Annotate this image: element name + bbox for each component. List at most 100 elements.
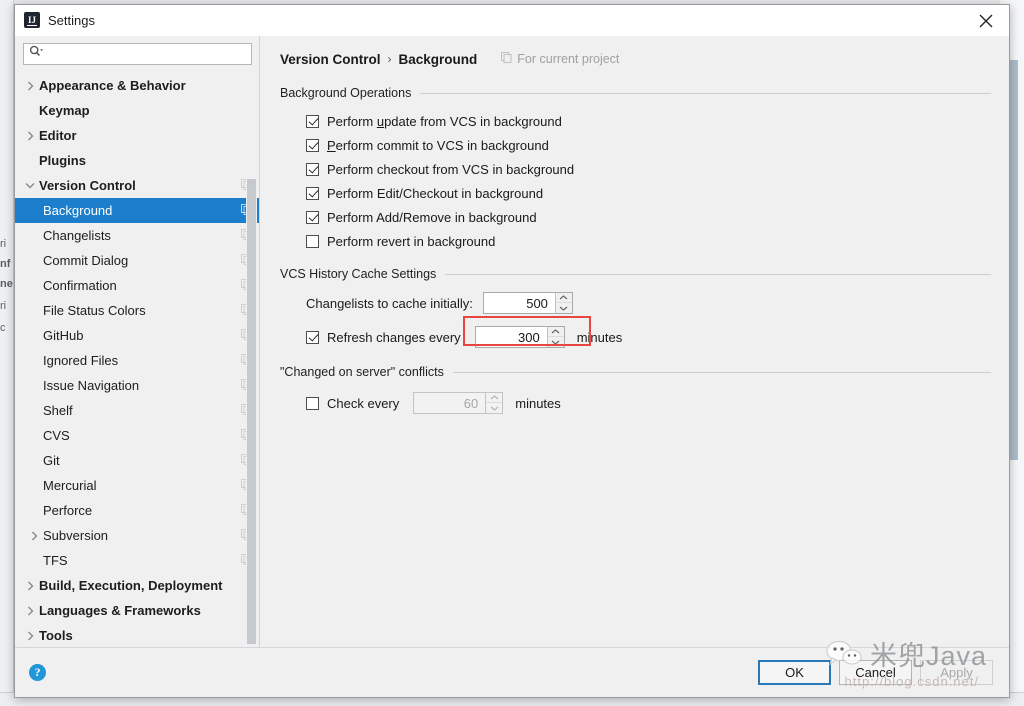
help-icon[interactable]: ? — [29, 664, 46, 681]
background-operation-row[interactable]: Perform update from VCS in background — [306, 109, 991, 133]
ide-scrollbar[interactable] — [1009, 60, 1018, 460]
cancel-button[interactable]: Cancel — [839, 660, 912, 685]
sidebar-item-label: Appearance & Behavior — [39, 78, 186, 93]
background-operation-row[interactable]: Perform Add/Remove in background — [306, 205, 991, 229]
sidebar-item-build-execution-deployment[interactable]: Build, Execution, Deployment — [15, 573, 260, 598]
sidebar-scrollbar[interactable] — [246, 71, 257, 647]
settings-dialog: Settings — [14, 4, 1010, 698]
check-every-stepper[interactable]: 60 — [413, 392, 504, 414]
sidebar-item-subversion[interactable]: Subversion — [15, 523, 260, 548]
sidebar-item-shelf[interactable]: Shelf — [15, 398, 260, 423]
changelists-to-cache-stepper[interactable]: 500 — [482, 292, 573, 314]
sidebar-item-mercurial[interactable]: Mercurial — [15, 473, 260, 498]
background-operations-section: Background Operations Perform update fro… — [280, 86, 991, 253]
sidebar-item-issue-navigation[interactable]: Issue Navigation — [15, 373, 260, 398]
sidebar-item-label: Shelf — [43, 403, 73, 418]
sidebar-item-commit-dialog[interactable]: Commit Dialog — [15, 248, 260, 273]
sidebar-item-perforce[interactable]: Perforce — [15, 498, 260, 523]
stepper-buttons[interactable] — [485, 393, 503, 413]
sidebar-item-tfs[interactable]: TFS — [15, 548, 260, 573]
stepper-down-icon[interactable] — [556, 303, 572, 313]
chevron-down-icon — [21, 182, 39, 189]
section-title: Background Operations — [280, 86, 412, 100]
sidebar-item-keymap[interactable]: Keymap — [15, 98, 260, 123]
background-operation-checkbox[interactable] — [306, 138, 319, 152]
sidebar-item-label: Plugins — [39, 153, 86, 168]
sidebar-item-label: Git — [43, 453, 60, 468]
sidebar-item-label: Languages & Frameworks — [39, 603, 201, 618]
breadcrumb-parent[interactable]: Version Control — [280, 52, 381, 67]
background-operation-checkbox[interactable] — [306, 234, 319, 248]
background-operation-label: Perform checkout from VCS in background — [327, 161, 575, 177]
sidebar-item-changelists[interactable]: Changelists — [15, 223, 260, 248]
background-operation-checkbox[interactable] — [306, 162, 319, 176]
sidebar-item-background[interactable]: Background — [15, 198, 260, 223]
sidebar-item-version-control[interactable]: Version Control — [15, 173, 260, 198]
intellij-idea-icon — [24, 12, 40, 28]
ide-left-panel — [0, 0, 14, 706]
sidebar-item-label: Perforce — [43, 503, 93, 518]
check-every-unit: minutes — [515, 395, 561, 411]
refresh-changes-checkbox[interactable] — [306, 330, 319, 344]
section-rule — [445, 273, 991, 275]
sidebar-item-file-status-colors[interactable]: File Status Colors — [15, 298, 260, 323]
sidebar-item-confirmation[interactable]: Confirmation — [15, 273, 260, 298]
sidebar-item-git[interactable]: Git — [15, 448, 260, 473]
dialog-titlebar: Settings — [15, 5, 1009, 36]
sidebar-item-label: GitHub — [43, 328, 84, 343]
close-icon[interactable] — [963, 5, 1009, 36]
changed-on-server-body: Check every 60 minutes — [280, 379, 991, 417]
check-every-checkbox[interactable] — [306, 396, 319, 410]
background-operation-row[interactable]: Perform commit to VCS in background — [306, 133, 991, 157]
sidebar-item-label: Editor — [39, 128, 77, 143]
stepper-up-icon[interactable] — [555, 293, 572, 303]
background-operation-row[interactable]: Perform Edit/Checkout in background — [306, 181, 991, 205]
backdrop-text-fragment: ri — [0, 238, 7, 250]
for-current-project-text: For current project — [517, 52, 620, 66]
stepper-buttons[interactable] — [546, 327, 564, 347]
settings-tree[interactable]: Appearance & Behavior Keymap Editor Plugins… — [15, 71, 260, 647]
sidebar-item-tools[interactable]: Tools — [15, 623, 260, 647]
changelists-to-cache-row: Changelists to cache initially: 500 — [306, 289, 991, 317]
ok-button[interactable]: OK — [758, 660, 831, 685]
backdrop-text-fragment: c — [0, 322, 6, 334]
backdrop-text-fragment: nf — [0, 258, 11, 270]
stepper-up-icon[interactable] — [486, 393, 503, 403]
search-box[interactable] — [23, 43, 252, 65]
search-container — [15, 36, 260, 71]
stepper-buttons[interactable] — [554, 293, 572, 313]
section-header: Background Operations — [280, 86, 991, 100]
sidebar-item-github[interactable]: GitHub — [15, 323, 260, 348]
sidebar-item-appearance-behavior[interactable]: Appearance & Behavior — [15, 73, 260, 98]
background-operation-checkbox[interactable] — [306, 210, 319, 224]
sidebar-item-cvs[interactable]: CVS — [15, 423, 260, 448]
refresh-interval-value[interactable]: 300 — [475, 327, 547, 347]
stepper-up-icon[interactable] — [547, 327, 564, 337]
sidebar-item-editor[interactable]: Editor — [15, 123, 260, 148]
search-input[interactable] — [46, 46, 246, 62]
check-every-value[interactable]: 60 — [414, 393, 486, 413]
sidebar-item-label: Keymap — [39, 103, 90, 118]
breadcrumb-separator-icon: › — [387, 52, 392, 66]
sidebar-scrollbar-thumb[interactable] — [247, 179, 256, 644]
sidebar-item-label: Subversion — [43, 528, 109, 543]
sidebar-item-ignored-files[interactable]: Ignored Files — [15, 348, 260, 373]
section-header: "Changed on server" conflicts — [280, 365, 991, 379]
section-rule — [420, 92, 991, 94]
background-operation-row[interactable]: Perform revert in background — [306, 229, 991, 253]
refresh-interval-stepper[interactable]: 300 — [474, 326, 565, 348]
background-operation-checkbox[interactable] — [306, 114, 319, 128]
sidebar-item-label: TFS — [43, 553, 68, 568]
stepper-down-icon[interactable] — [548, 337, 564, 347]
background-operation-checkbox[interactable] — [306, 186, 319, 200]
stepper-down-icon[interactable] — [486, 403, 502, 413]
sidebar-item-languages-frameworks[interactable]: Languages & Frameworks — [15, 598, 260, 623]
chevron-right-icon — [21, 631, 39, 641]
changed-on-server-conflicts-section: "Changed on server" conflicts Check ever… — [280, 365, 991, 417]
sidebar-item-plugins[interactable]: Plugins — [15, 148, 260, 173]
dialog-title: Settings — [48, 12, 95, 28]
changelists-to-cache-value[interactable]: 500 — [483, 293, 555, 313]
backdrop-text-fragment: ri — [0, 300, 7, 312]
mnemonic-letter: P — [327, 137, 336, 153]
background-operation-row[interactable]: Perform checkout from VCS in background — [306, 157, 991, 181]
